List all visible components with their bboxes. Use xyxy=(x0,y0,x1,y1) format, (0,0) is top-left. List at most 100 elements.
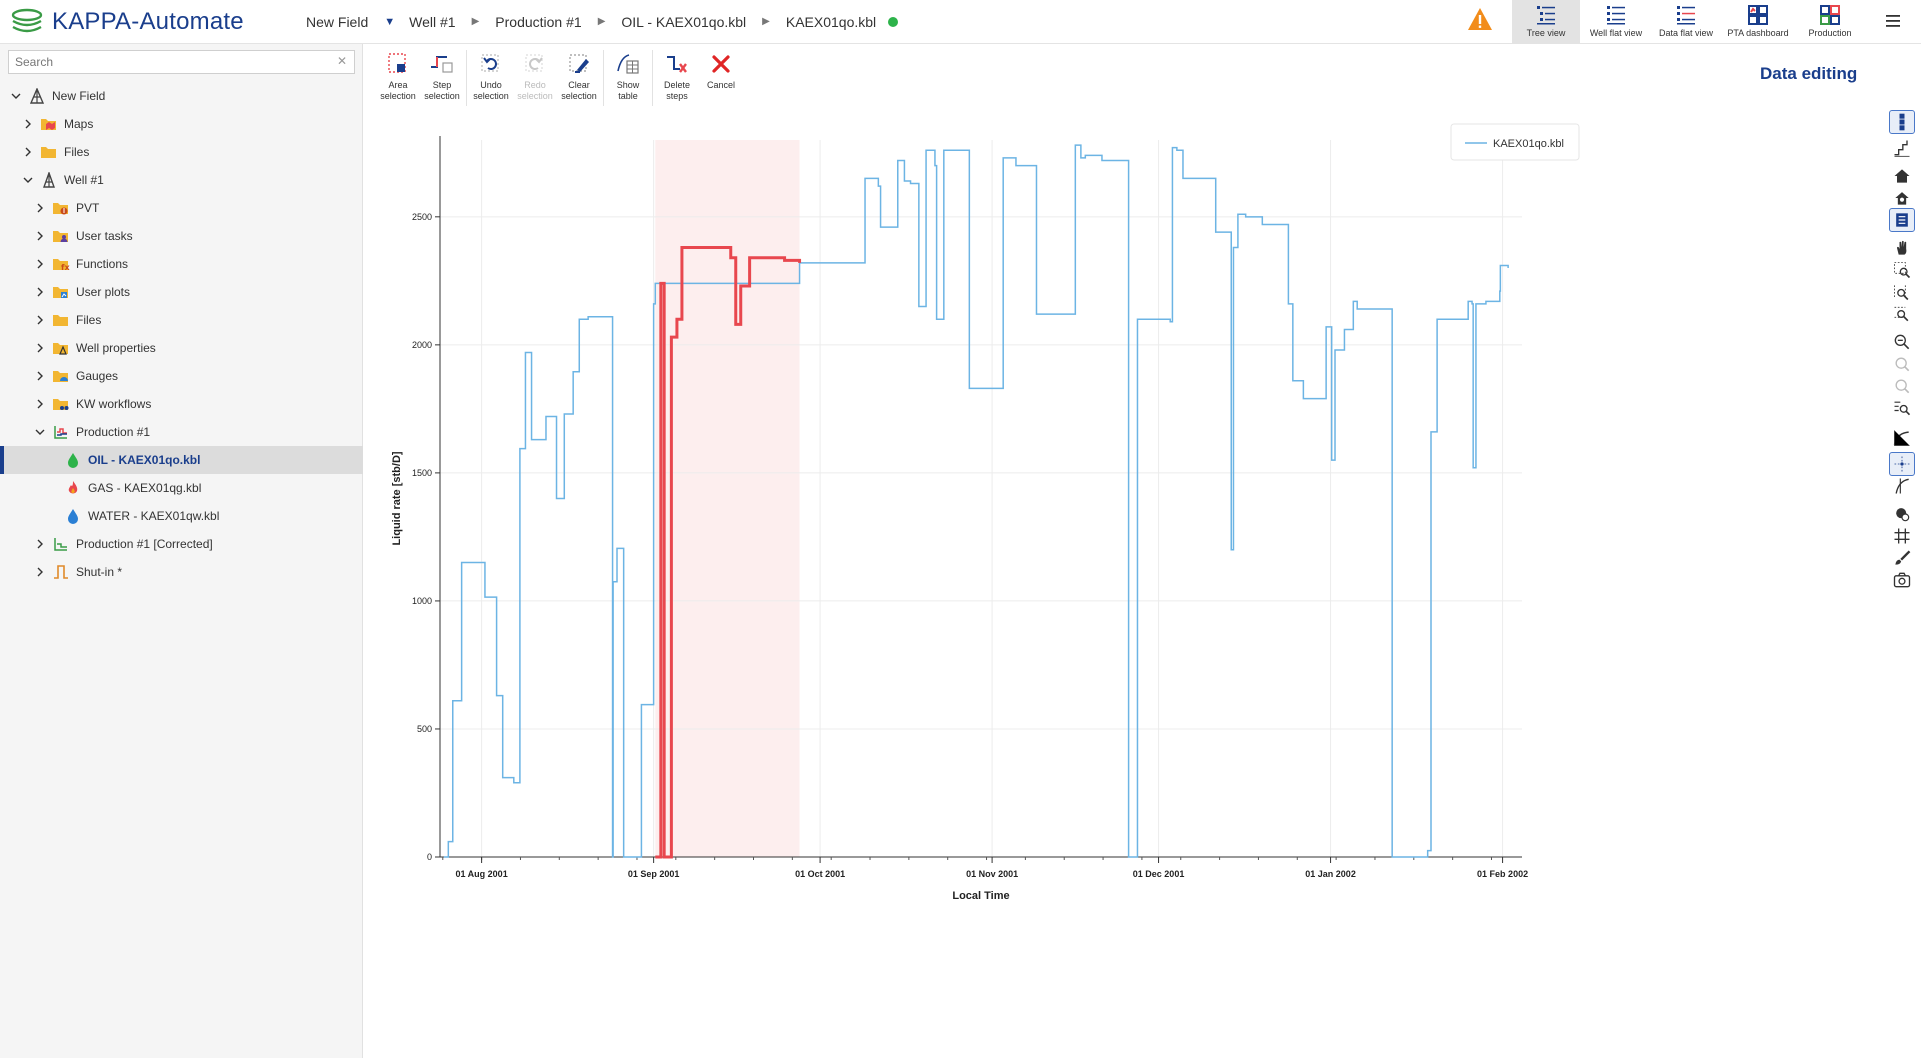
breadcrumb-well[interactable]: Well #1 xyxy=(401,14,463,30)
close-icon[interactable]: ✕ xyxy=(337,54,347,68)
tree-item[interactable]: OIL - KAEX01qo.kbl xyxy=(0,446,363,474)
clear-selection-button[interactable]: Clear selection xyxy=(557,50,601,110)
user-plots-folder-icon xyxy=(52,284,70,300)
toolbar-divider xyxy=(652,50,653,106)
tree-item[interactable]: WATER - KAEX01qw.kbl xyxy=(0,502,363,530)
chevron-down-icon[interactable]: ▼ xyxy=(376,16,401,28)
y-tick-label: 2000 xyxy=(412,340,432,350)
tree-item[interactable]: Well #1 xyxy=(0,166,363,194)
app-logo[interactable]: KAPPA-Automate xyxy=(0,0,296,44)
chevron-right-icon[interactable] xyxy=(34,342,46,354)
tree-item[interactable]: PVT xyxy=(0,194,363,222)
undo-selection-label-1: Undo xyxy=(480,80,502,90)
chevron-down-icon[interactable] xyxy=(34,426,46,438)
marker-tool-button[interactable] xyxy=(1889,502,1915,526)
chevron-right-icon[interactable] xyxy=(34,202,46,214)
tree-item[interactable]: fx Functions xyxy=(0,250,363,278)
tree-item[interactable]: Shut-in * xyxy=(0,558,363,586)
breadcrumb-separator-icon: ▶ xyxy=(597,16,606,27)
area-selection-button[interactable]: Area selection xyxy=(376,50,420,110)
production-corrected-icon xyxy=(52,536,70,552)
tree-item[interactable]: GAS - KAEX01qg.kbl xyxy=(0,474,363,502)
chevron-right-icon[interactable] xyxy=(34,538,46,550)
tree-item[interactable]: New Field xyxy=(0,82,363,110)
kappa-logo-icon xyxy=(11,8,43,32)
tree-item[interactable]: Production #1 [Corrected] xyxy=(0,530,363,558)
step-selection-button[interactable]: Step selection xyxy=(420,50,464,110)
zoom-x-tool-button[interactable] xyxy=(1889,280,1915,304)
tree-item[interactable]: Files xyxy=(0,138,363,166)
data-flat-view-button[interactable]: Data flat view xyxy=(1652,0,1720,44)
well-flat-view-button[interactable]: Well flat view xyxy=(1582,0,1650,44)
production-view-button[interactable]: Production xyxy=(1796,0,1864,44)
chevron-right-icon[interactable] xyxy=(34,370,46,382)
maps-folder-icon xyxy=(40,116,58,132)
breadcrumb-production[interactable]: Production #1 xyxy=(487,14,589,30)
production-dashboard-icon xyxy=(1820,5,1840,25)
undo-selection-label-2: selection xyxy=(473,91,509,101)
chevron-right-icon[interactable] xyxy=(34,566,46,578)
clear-selection-icon xyxy=(569,54,589,73)
x-tick-label: 01 Oct 2001 xyxy=(795,869,845,879)
zoom-y-tool-button[interactable] xyxy=(1889,302,1915,326)
zoom-box-tool-button[interactable] xyxy=(1889,258,1915,282)
chevron-down-icon[interactable] xyxy=(10,90,22,102)
tree-item[interactable]: Files xyxy=(0,306,363,334)
redo-selection-label-2: selection xyxy=(517,91,553,101)
zoom-out-icon xyxy=(1894,334,1910,350)
pta-dashboard-button[interactable]: PTA dashboard xyxy=(1724,0,1792,44)
tree-view-button[interactable]: Tree view xyxy=(1512,0,1580,44)
step-selection-label-2: selection xyxy=(424,91,460,101)
zoom-y-icon xyxy=(1894,306,1909,322)
tangent-tool-button[interactable] xyxy=(1889,474,1915,498)
tree-item[interactable]: Gauges xyxy=(0,362,363,390)
curve-tool-button[interactable] xyxy=(1889,426,1915,450)
tree-item[interactable]: Maps xyxy=(0,110,363,138)
redo-icon xyxy=(525,54,543,72)
step-selection-label-1: Step xyxy=(432,80,452,90)
chevron-right-icon[interactable] xyxy=(22,118,34,130)
chevron-right-icon[interactable] xyxy=(34,314,46,326)
crosshair-tool-button[interactable] xyxy=(1889,452,1915,476)
breadcrumb-file[interactable]: KAEX01qo.kbl xyxy=(778,14,884,30)
zoom-list-tool-button[interactable] xyxy=(1889,396,1915,420)
camera-tool-button[interactable] xyxy=(1889,568,1915,592)
zoom-out-tool-button[interactable] xyxy=(1889,330,1915,354)
zoom-undo-tool-button[interactable] xyxy=(1889,352,1915,376)
tree-item[interactable]: KW workflows xyxy=(0,390,363,418)
show-table-button[interactable]: Show table xyxy=(606,50,650,110)
cancel-button[interactable]: Cancel xyxy=(699,50,743,110)
pan-hand-tool-button[interactable] xyxy=(1889,236,1915,260)
workflows-folder-icon xyxy=(52,396,70,412)
toolbar-divider xyxy=(466,50,467,106)
brush-tool-button[interactable] xyxy=(1889,546,1915,570)
liquid-rate-chart[interactable]: 0 500 1000 1500 2000 2500 01 Aug 2001 01 Sep 20… xyxy=(364,110,1883,1058)
tree-item[interactable]: Production #1 xyxy=(0,418,363,446)
undo-selection-button[interactable]: Undo selection xyxy=(469,50,513,110)
search-input[interactable] xyxy=(8,50,355,74)
cancel-label: Cancel xyxy=(706,80,735,90)
breadcrumb-field[interactable]: New Field xyxy=(296,14,376,30)
breadcrumb-data[interactable]: OIL - KAEX01qo.kbl xyxy=(613,14,754,30)
tree-item[interactable]: Well properties xyxy=(0,334,363,362)
grid-tool-button[interactable] xyxy=(1889,524,1915,548)
warning-icon[interactable] xyxy=(1466,5,1494,38)
redo-selection-button[interactable]: Redo selection xyxy=(513,50,557,110)
status-ok-icon xyxy=(888,16,899,27)
chevron-right-icon[interactable] xyxy=(34,286,46,298)
home-tool-button[interactable] xyxy=(1889,164,1915,188)
chevron-down-icon[interactable] xyxy=(22,174,34,186)
menu-icon[interactable] xyxy=(1884,12,1902,35)
vertical-layout-tool-button[interactable] xyxy=(1889,110,1915,134)
chevron-right-icon[interactable] xyxy=(34,258,46,270)
tree-item[interactable]: User tasks xyxy=(0,222,363,250)
delete-steps-button[interactable]: Delete steps xyxy=(655,50,699,110)
chevron-right-icon[interactable] xyxy=(34,230,46,242)
chevron-right-icon[interactable] xyxy=(22,146,34,158)
zoom-redo-tool-button[interactable] xyxy=(1889,374,1915,398)
step-chart-tool-button[interactable] xyxy=(1889,136,1915,160)
list-panel-tool-button[interactable] xyxy=(1889,208,1915,232)
chevron-right-icon[interactable] xyxy=(34,398,46,410)
home-zoom-tool-button[interactable] xyxy=(1889,186,1915,210)
tree-item[interactable]: User plots xyxy=(0,278,363,306)
